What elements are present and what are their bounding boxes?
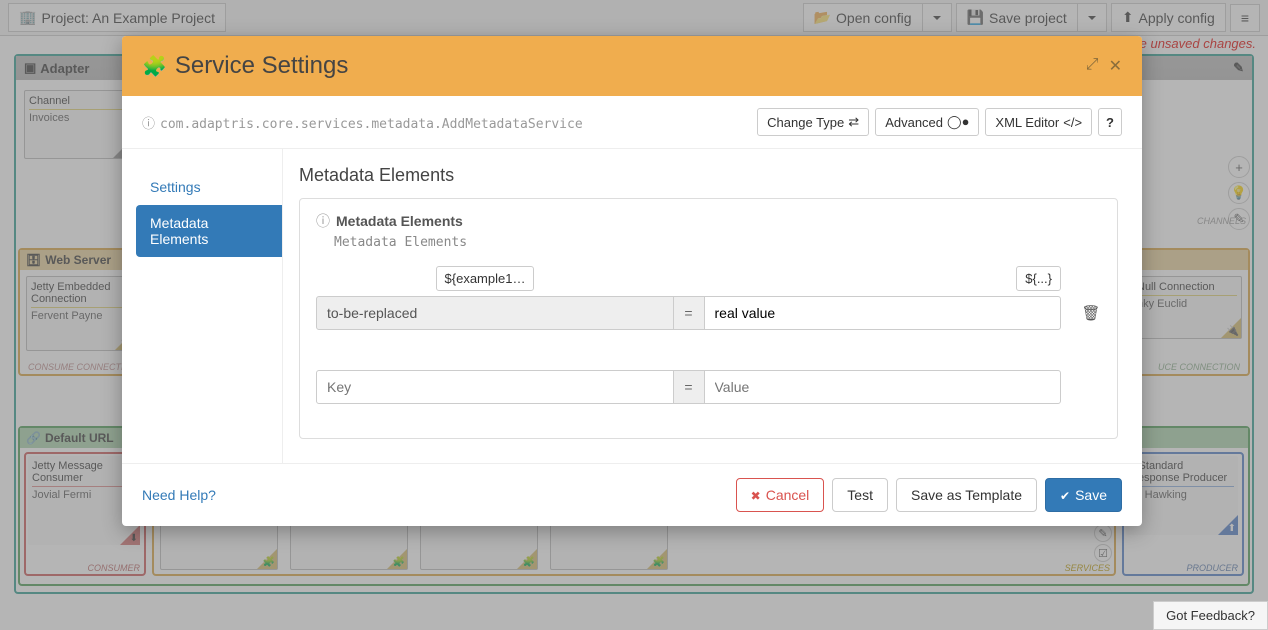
edit-icon[interactable]: ✎ [1094,524,1112,542]
toggle-off-icon: ◯● [947,114,969,130]
equals-label: = [674,370,704,404]
content-title: Metadata Elements [299,165,1118,186]
producer-card[interactable]: y Standard Response Producer nk Hawking … [1126,456,1238,535]
building-icon: 🏢 [19,9,36,26]
server-icon: 🗄 [26,253,41,267]
check-icon[interactable]: ☑ [1094,544,1112,562]
panel-title: Metadata Elements [316,211,1101,231]
cancel-button[interactable]: Cancel [736,478,825,512]
tab-metadata-elements[interactable]: Metadata Elements [136,205,282,257]
consume-connection-card[interactable]: Jetty Embedded Connection Fervent Payne … [26,276,136,351]
upload-icon: ⬆ [1228,523,1236,534]
save-project-dropdown[interactable] [1077,3,1107,32]
close-icon[interactable]: ✕ [1109,56,1122,76]
change-type-button[interactable]: Change Type ⇄ [757,108,869,136]
caret-down-icon [1088,16,1096,20]
bulb-icon[interactable]: 💡 [1228,182,1250,204]
download-icon: ⬇ [130,533,138,544]
example-var-tag[interactable]: ${example1… [436,266,535,291]
apply-config-button[interactable]: ⬆Apply config [1111,3,1226,32]
help-button[interactable]: ? [1098,108,1122,136]
metadata-elements-panel: Metadata Elements Metadata Elements ${ex… [299,198,1118,439]
edit-icon[interactable]: ✎ [1233,60,1244,76]
modal-side-tabs: Settings Metadata Elements [122,149,282,463]
new-key-input[interactable] [316,370,674,404]
equals-label: = [674,296,704,330]
puzzle-icon: 🧩 [523,557,535,568]
expand-icon[interactable]: ⤢ [1086,56,1099,76]
modal-header: 🧩 Service Settings ⤢ ✕ [122,36,1142,96]
feedback-tab[interactable]: Got Feedback? [1153,601,1268,630]
hamburger-icon: ≡ [1241,10,1249,26]
metadata-value-input[interactable] [704,296,1062,330]
xml-editor-button[interactable]: XML Editor </> [985,108,1092,136]
channel-card[interactable]: Channel Invoices [24,90,134,159]
menu-button[interactable]: ≡ [1230,4,1260,32]
code-icon: </> [1063,115,1082,130]
floppy-icon: 💾 [967,9,984,26]
puzzle-icon: 🧩 [393,557,405,568]
advanced-toggle[interactable]: Advanced ◯● [875,108,979,136]
save-as-template-button[interactable]: Save as Template [896,478,1037,512]
save-button[interactable]: Save [1045,478,1122,512]
panel-description: Metadata Elements [334,235,1101,250]
plug-icon: 🔌 [1227,326,1239,337]
service-settings-modal: 🧩 Service Settings ⤢ ✕ com.adaptris.core… [122,36,1142,526]
placeholder-var-tag[interactable]: ${...} [1016,266,1061,291]
metadata-row: = 🗑 [316,296,1101,330]
save-project-button[interactable]: 💾Save project [956,3,1078,32]
open-config-dropdown[interactable] [922,3,952,32]
test-button[interactable]: Test [832,478,888,512]
main-toolbar: 🏢 Project: An Example Project 📂Open conf… [0,0,1268,36]
exchange-icon: ⇄ [848,114,859,130]
puzzle-icon: 🧩 [142,54,167,79]
channels-label: CHANNELS [1197,216,1246,226]
folder-open-icon: 📂 [814,9,831,26]
project-title-button[interactable]: 🏢 Project: An Example Project [8,3,226,32]
service-classname: com.adaptris.core.services.metadata.AddM… [142,113,757,132]
add-icon[interactable]: + [1228,156,1250,178]
produce-connection-card[interactable]: Null Connection nky Euclid 🔌 [1132,276,1242,339]
puzzle-icon: 🧩 [263,557,275,568]
need-help-link[interactable]: Need Help? [142,487,728,503]
new-value-input[interactable] [704,370,1062,404]
link-icon: 🔗 [26,431,41,445]
modal-title: Service Settings [175,52,1086,80]
open-config-button[interactable]: 📂Open config [803,3,923,32]
modal-footer: Need Help? Cancel Test Save as Template … [122,463,1142,526]
delete-row-icon[interactable]: 🗑 [1081,304,1101,322]
upload-icon: ⬆ [1122,9,1134,26]
metadata-new-row: = [316,370,1101,404]
puzzle-icon: 🧩 [653,557,665,568]
metadata-key-input[interactable] [316,296,674,330]
plus-square-icon: ▣ [24,60,36,76]
caret-down-icon [933,16,941,20]
modal-subheader: com.adaptris.core.services.metadata.AddM… [122,96,1142,149]
tab-settings[interactable]: Settings [136,169,282,205]
